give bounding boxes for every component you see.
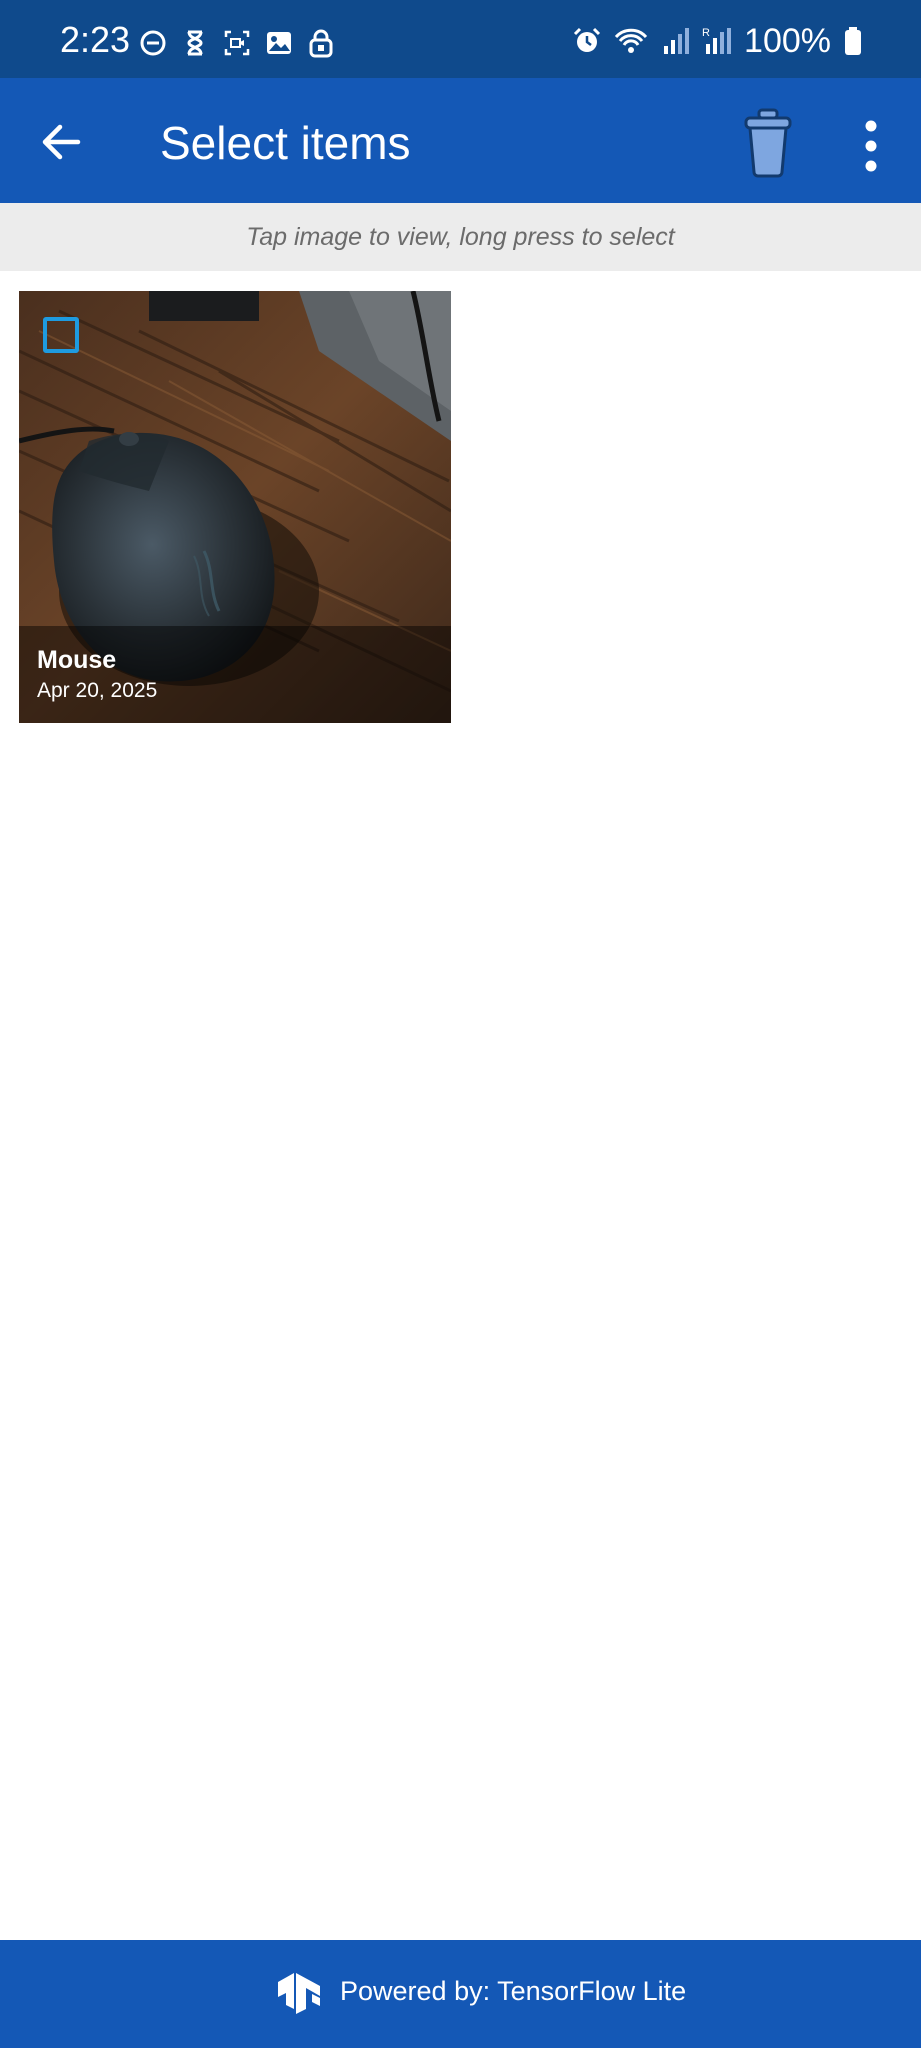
battery-icon: [845, 27, 861, 55]
footer: Powered by: TensorFlow Lite: [0, 1940, 921, 2048]
item-title: Mouse: [37, 646, 117, 674]
status-time: 2:23: [60, 19, 131, 60]
arrow-back-icon[interactable]: [30, 110, 94, 174]
select-checkbox[interactable]: [43, 317, 79, 353]
alarm-icon: [573, 27, 601, 52]
item-date: Apr 20, 2025: [37, 679, 158, 702]
svg-text:R: R: [702, 27, 710, 39]
footer-text: Powered by: TensorFlow Lite: [340, 1976, 687, 2006]
image-card[interactable]: Mouse Apr 20, 2025: [19, 291, 451, 723]
hint-text: Tap image to view, long press to select: [246, 223, 675, 251]
hourglass-icon: [187, 30, 203, 56]
status-icons-right: R 100%: [572, 22, 863, 60]
battery-percent: 100%: [744, 22, 831, 60]
footer-content: Powered by: TensorFlow Lite: [274, 1968, 686, 2014]
gallery-icon: [267, 32, 291, 54]
trash-icon[interactable]: [740, 106, 796, 178]
status-icons-left: [138, 28, 336, 58]
tensorflow-logo-icon: [278, 1973, 320, 2014]
app-bar: Select items: [0, 78, 921, 203]
status-bar: 2:23 R 100%: [0, 0, 921, 78]
item-caption: Mouse Apr 20, 2025: [19, 626, 451, 723]
lock-icon: [309, 29, 333, 58]
hint-bar: Tap image to view, long press to select: [0, 203, 921, 271]
roaming-signal-icon: R: [702, 27, 732, 54]
signal-icon: [664, 28, 690, 54]
page-title: Select items: [160, 117, 411, 169]
screen-record-icon: [224, 30, 250, 56]
wifi-icon: [614, 28, 648, 53]
more-vert-icon[interactable]: [846, 114, 896, 178]
do-not-disturb-icon: [140, 30, 166, 56]
